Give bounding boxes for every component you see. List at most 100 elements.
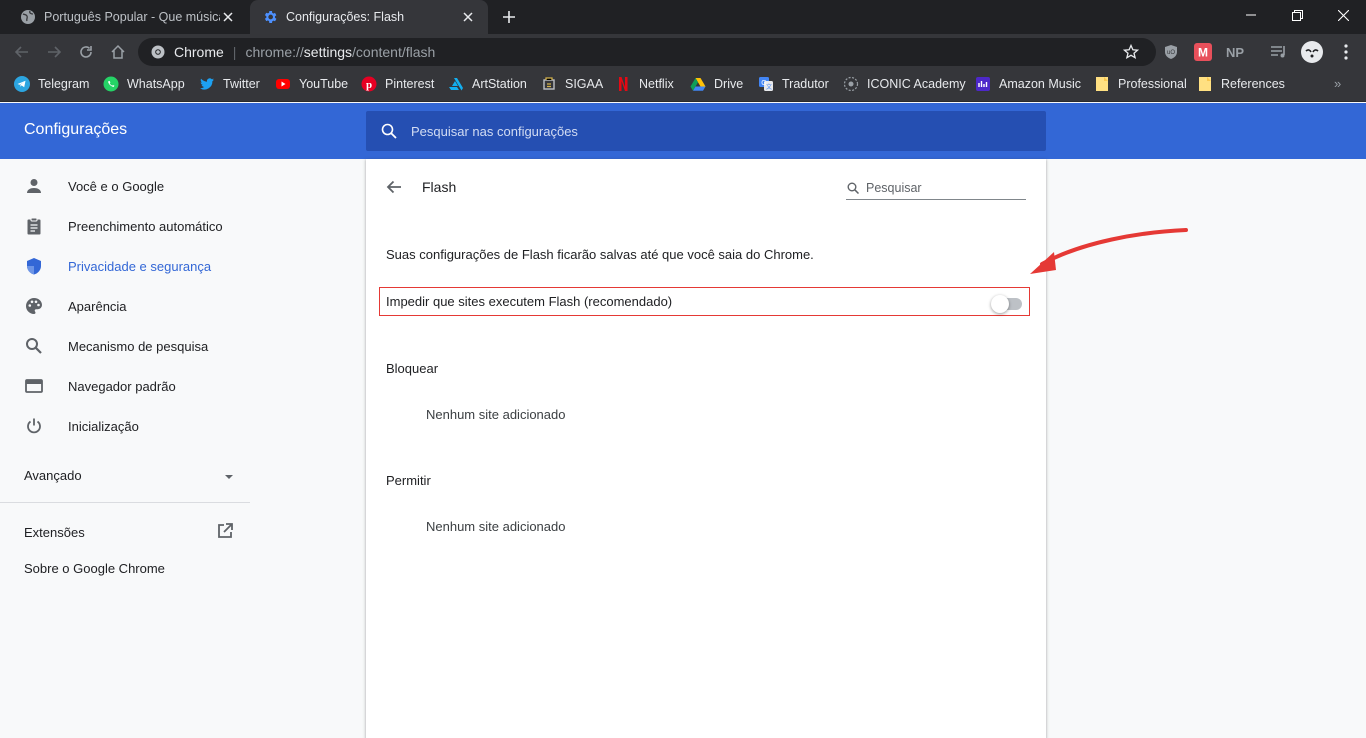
new-tab-button[interactable] [499,7,519,27]
close-icon [1337,9,1349,21]
close-tab-icon[interactable] [460,9,476,25]
reload-button[interactable] [74,40,98,64]
back-arrow-button[interactable] [384,177,404,197]
settings-title: Configurações [24,121,128,138]
svg-text:文: 文 [766,83,772,91]
bookmark-youtube[interactable]: YouTube [275,70,348,98]
bookmark-netflix[interactable]: Netflix [615,70,674,98]
close-tab-icon[interactable] [220,9,236,25]
bookmark-label: WhatsApp [127,77,185,91]
translate-icon: G文 [758,76,774,92]
shield-icon [24,256,44,276]
bookmark-drive[interactable]: Drive [690,70,743,98]
sidebar-item-aparencia[interactable]: Aparência [0,286,250,326]
close-window-button[interactable] [1320,0,1366,30]
bookmark-label: SIGAA [565,77,604,91]
settings-search-input[interactable] [411,123,1011,139]
reload-icon [80,46,92,58]
artstation-icon [448,76,464,92]
minimize-icon [1246,14,1256,16]
amazon-music-icon [975,76,991,92]
flash-settings-card: Flash Suas configurações de Flash ficarã… [366,159,1046,738]
sidebar-about-chrome[interactable]: Sobre o Google Chrome [24,561,165,576]
bookmark-label: Amazon Music [999,77,1081,91]
sidebar-extensions-link[interactable]: Extensões [24,519,234,545]
m-icon[interactable]: M [1191,40,1215,64]
sidebar-item-inicializacao[interactable]: Inicialização [0,406,250,446]
allow-empty-text: Nenhum site adicionado [426,519,566,534]
back-button[interactable] [10,40,34,64]
red-annotation-arrow [1030,228,1188,274]
sidebar-divider [0,502,250,503]
globe-icon [20,9,36,25]
sidebar-advanced-toggle[interactable]: Avançado [24,464,234,486]
tab-configuracoes-flash[interactable]: Configurações: Flash [250,0,488,34]
sidebar-item-label: Você e o Google [68,178,165,194]
drive-icon [690,76,706,92]
browser-icon [24,376,44,396]
home-button[interactable] [106,40,130,64]
gear-icon [262,9,278,25]
sidebar-item-navegador-padrao[interactable]: Navegador padrão [0,366,250,406]
menu-button[interactable] [1334,40,1358,64]
url-host: settings [303,44,353,60]
address-bar[interactable]: Chrome | chrome://settings/content/flash [138,38,1156,66]
bookmark-pinterest[interactable]: p Pinterest [361,70,434,98]
block-flash-toggle[interactable] [991,291,1025,313]
whatsapp-icon [103,76,119,92]
bookmark-sigaa[interactable]: SIGAA [541,70,603,98]
bookmark-tradutor[interactable]: G文 Tradutor [758,70,829,98]
url-path: /content/flash [352,44,436,60]
minimize-button[interactable] [1228,0,1274,30]
sidebar-item-voce-e-o-google[interactable]: Você e o Google [0,166,250,206]
bookmark-telegram[interactable]: Telegram [14,70,89,98]
forward-button[interactable] [42,40,66,64]
media-icon[interactable] [1267,40,1291,64]
page-search-input[interactable] [866,181,1022,195]
svg-text:uO: uO [1167,50,1175,56]
sidebar-item-label: Aparência [68,298,127,314]
bookmark-twitter[interactable]: Twitter [199,70,260,98]
restore-button[interactable] [1274,0,1320,30]
block-flash-row[interactable]: Impedir que sites executem Flash (recome… [379,287,1030,316]
avatar-icon[interactable] [1300,40,1324,64]
page-search-box[interactable] [846,177,1026,200]
search-icon [380,122,398,140]
sidebar-item-label: Preenchimento automático [68,218,223,234]
settings-sidebar: Você e o Google Preenchimento automático… [0,159,250,738]
bookmarks-overflow-icon[interactable]: » [1334,76,1341,91]
bookmark-label: ArtStation [472,77,527,91]
palette-icon [24,296,44,316]
sidebar-item-privacidade[interactable]: Privacidade e segurança [0,246,250,286]
bookmark-folder-professional[interactable]: Professional [1094,70,1187,98]
np-icon[interactable]: NP [1223,40,1247,64]
bookmarks-bar: Telegram WhatsApp Twitter YouTube p Pint… [0,70,1366,102]
tab-title: Configurações: Flash [286,10,405,24]
netflix-icon [615,76,631,92]
bookmark-folder-references[interactable]: References [1197,70,1285,98]
browser-toolbar: Chrome | chrome://settings/content/flash… [0,34,1366,70]
folder-icon [1197,76,1213,92]
tab-portugues-popular[interactable]: Português Popular - Que música [8,0,248,34]
open-in-new-icon [216,522,234,543]
person-icon [24,176,44,196]
extensions-label: Extensões [24,524,85,540]
search-icon [24,336,44,356]
plus-icon [503,11,515,23]
bookmark-star-button[interactable] [1119,40,1143,64]
svg-text:NP: NP [1226,45,1244,60]
bookmark-whatsapp[interactable]: WhatsApp [103,70,185,98]
bookmark-iconic-academy[interactable]: ICONIC Academy [843,70,966,98]
bookmark-amazon-music[interactable]: Amazon Music [975,70,1081,98]
pinterest-icon: p [361,76,377,92]
sidebar-item-preenchimento[interactable]: Preenchimento automático [0,206,250,246]
telegram-icon [14,76,30,92]
bookmark-label: YouTube [299,77,349,91]
youtube-icon [275,76,291,92]
ublock-icon[interactable]: uO [1159,40,1183,64]
omnibox-site-chip: Chrome [174,44,224,60]
arrow-left-icon [14,46,28,58]
bookmark-artstation[interactable]: ArtStation [448,70,527,98]
sidebar-item-mecanismo-de-pesquisa[interactable]: Mecanismo de pesquisa [0,326,250,366]
settings-search-box[interactable] [366,111,1046,151]
